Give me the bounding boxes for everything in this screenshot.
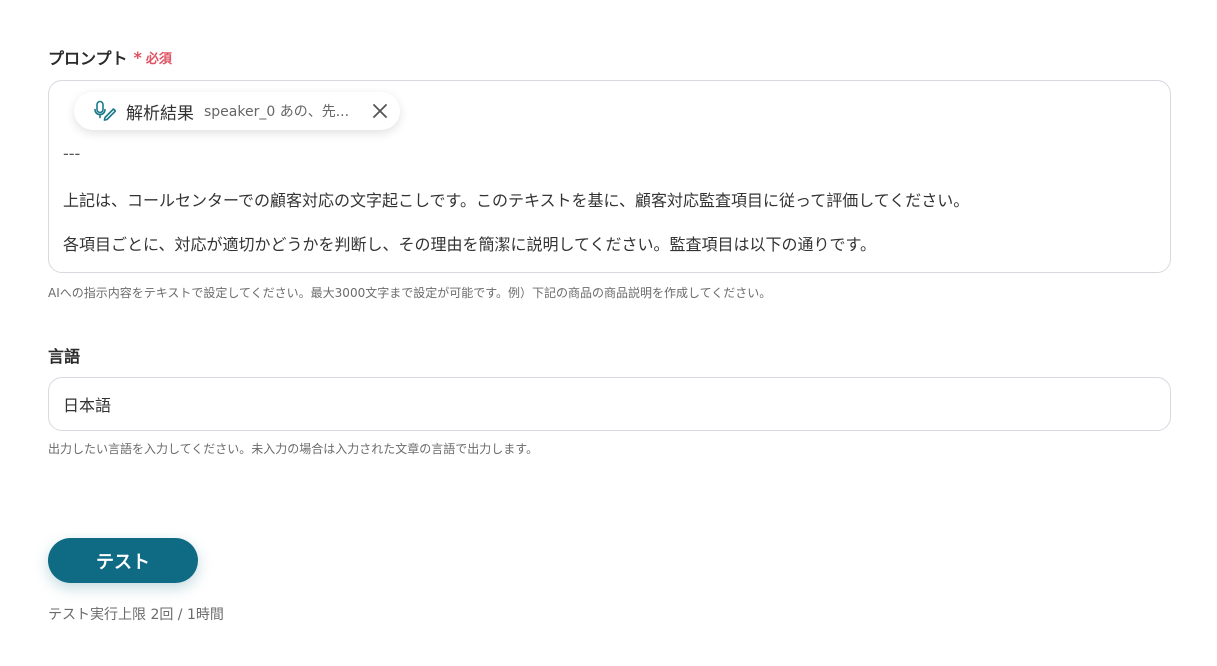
- audio-transcribe-icon: [94, 100, 116, 122]
- prompt-separator-line: ---: [63, 144, 81, 163]
- required-asterisk: *: [133, 47, 142, 67]
- language-input[interactable]: [48, 377, 1171, 431]
- prompt-help-text: AIへの指示内容をテキストで設定してください。最大3000文字まで設定が可能です…: [48, 286, 772, 300]
- prompt-text-line: 各項目ごとに、対応が適切かどうかを判断し、その理由を簡潔に説明してください。監査…: [63, 235, 876, 254]
- language-field-label: 言語: [48, 343, 80, 367]
- variable-chip-analysis-result[interactable]: 解析結果 speaker_0 あの、先...: [74, 92, 400, 130]
- language-help-text: 出力したい言語を入力してください。未入力の場合は入力された文章の言語で出力します…: [48, 442, 539, 456]
- required-badge: 必須: [145, 51, 172, 67]
- chip-value-preview: speaker_0 あの、先...: [204, 104, 350, 120]
- close-icon[interactable]: [370, 101, 390, 121]
- prompt-field-label: プロンプト * 必須: [48, 45, 172, 69]
- test-button[interactable]: テスト: [48, 538, 198, 583]
- prompt-text-line: 上記は、コールセンターでの顧客対応の文字起こしです。このテキストを基に、顧客対応…: [63, 191, 970, 210]
- settings-form: プロンプト * 必須 解析結果 speaker_0 あの、先... --- 上記…: [0, 0, 1217, 666]
- prompt-label-text: プロンプト: [48, 49, 128, 68]
- language-label-text: 言語: [48, 347, 81, 366]
- prompt-textarea[interactable]: 解析結果 speaker_0 あの、先... --- 上記は、コールセンターでの…: [48, 80, 1171, 273]
- test-limit-text: テスト実行上限 2回 / 1時間: [48, 607, 224, 623]
- chip-label: 解析結果: [126, 103, 194, 124]
